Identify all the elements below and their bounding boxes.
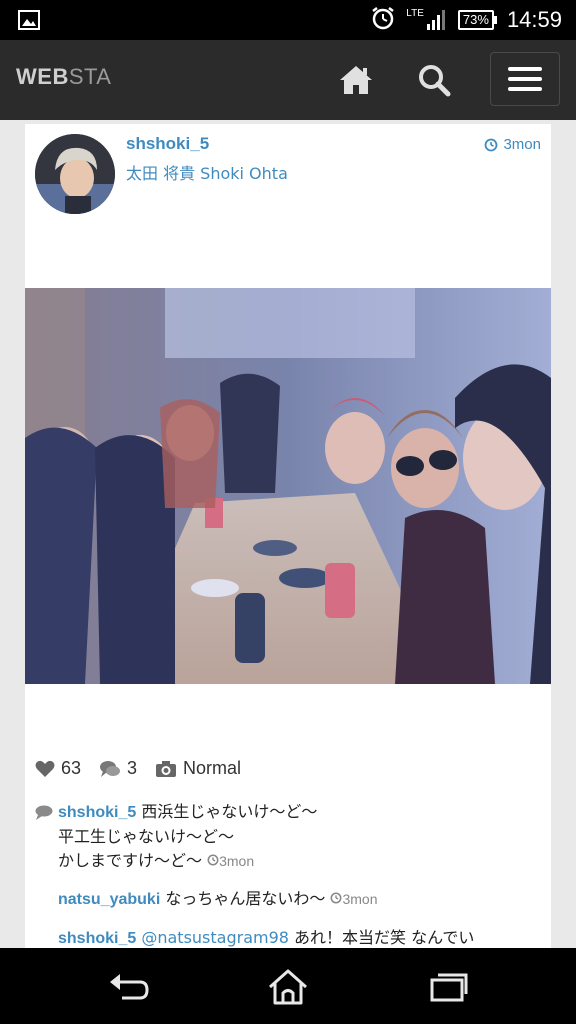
- network-label: LTE: [406, 8, 424, 19]
- comment-text: あれ！本当だ笑 なんでい: [294, 928, 475, 947]
- image-icon: [18, 10, 40, 34]
- logo-rest: STA: [68, 64, 112, 89]
- comments-icon: [100, 760, 121, 777]
- comment-user[interactable]: shshoki_5: [58, 804, 136, 821]
- alarm-icon: [370, 5, 396, 35]
- home-icon: [340, 66, 372, 94]
- clock-icon: [485, 138, 498, 151]
- clock-icon: [330, 892, 342, 904]
- comment-text: なっちゃん居ないわ～: [165, 889, 326, 908]
- recents-icon: [430, 973, 468, 1002]
- logo[interactable]: WEBSTA: [16, 64, 111, 90]
- filter-stat: Normal: [155, 758, 241, 779]
- avatar[interactable]: [35, 134, 115, 214]
- menu-button[interactable]: [490, 52, 560, 106]
- nav-home-button[interactable]: [264, 966, 312, 1008]
- menu-icon: [508, 67, 542, 71]
- home-button[interactable]: [334, 58, 378, 102]
- comments-stat[interactable]: 3: [99, 758, 137, 779]
- likes-stat[interactable]: 63: [35, 758, 81, 779]
- post-card: shshoki_5 太田 将貴 Shoki Ohta 3mon 63 3 Nor…: [25, 124, 551, 948]
- clock-icon: [207, 854, 219, 866]
- post-time-text: 3mon: [503, 136, 541, 153]
- comment-bubble-icon: [35, 805, 53, 820]
- comment-text-line: 平工生じゃないけ～ど～: [58, 827, 235, 846]
- comment-user[interactable]: natsu_yabuki: [58, 891, 160, 908]
- likes-count: 63: [61, 758, 82, 778]
- filter-name: Normal: [183, 758, 242, 778]
- search-button[interactable]: [412, 58, 456, 102]
- back-button[interactable]: [104, 966, 152, 1008]
- comment-mention[interactable]: @natsustagram98: [141, 928, 289, 947]
- signal-icon: LTE: [406, 9, 446, 31]
- comments-count: 3: [127, 758, 138, 778]
- comments-list: shshoki_5 西浜生じゃないけ～ど～ 平工生じゃないけ～ど～ かしまですけ…: [35, 800, 541, 965]
- comment-text-line: 西浜生じゃないけ～ど～: [141, 802, 318, 821]
- app-header: WEBSTA: [0, 40, 576, 120]
- post-username[interactable]: shshoki_5: [126, 134, 209, 154]
- post-stats: 63 3 Normal: [35, 758, 259, 779]
- home-icon: [269, 969, 307, 1005]
- comment: shshoki_5 西浜生じゃないけ～ど～ 平工生じゃないけ～ど～ かしまですけ…: [35, 800, 541, 873]
- camera-icon: [156, 760, 177, 777]
- search-icon: [419, 65, 451, 97]
- comment: natsu_yabuki なっちゃん居ないわ～ 3mon: [35, 887, 541, 912]
- battery-icon: 73%: [457, 10, 497, 30]
- battery-level: 73%: [457, 10, 494, 30]
- system-nav-bar: [0, 948, 576, 1024]
- comment-text-line: かしまですけ～ど～: [58, 851, 203, 870]
- back-icon: [110, 974, 149, 1000]
- post-time: 3mon: [484, 136, 541, 153]
- clock: 14:59: [506, 7, 562, 32]
- logo-bold: WEB: [16, 64, 69, 89]
- comment-user[interactable]: shshoki_5: [58, 930, 136, 947]
- post-photo[interactable]: [25, 288, 551, 684]
- heart-icon: [35, 760, 55, 777]
- comment-time: 3mon: [330, 891, 378, 907]
- comment-time: 3mon: [207, 853, 254, 869]
- recents-button[interactable]: [424, 966, 472, 1008]
- status-bar: LTE 73% 14:59: [0, 0, 576, 40]
- post-full-name: 太田 将貴 Shoki Ohta: [126, 164, 288, 183]
